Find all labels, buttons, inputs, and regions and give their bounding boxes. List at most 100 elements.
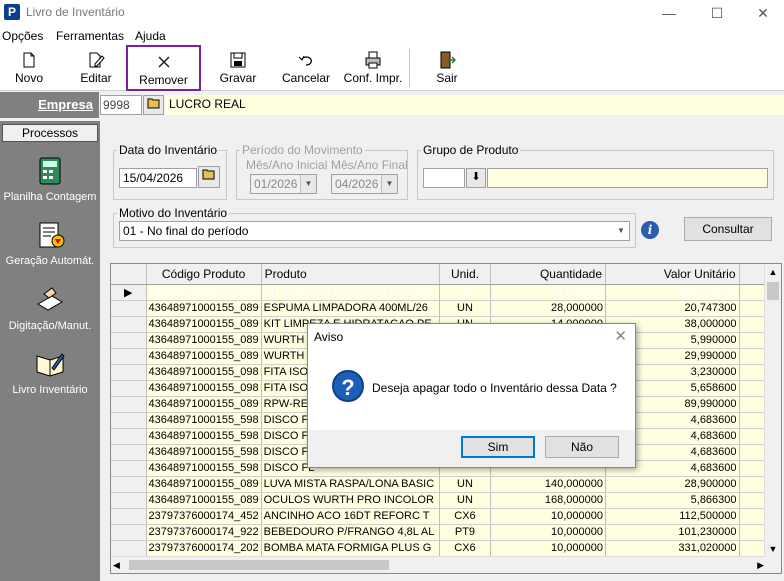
date-picker-button[interactable] — [198, 166, 220, 188]
codigo-cell[interactable]: 43648971000155_598 — [146, 412, 262, 429]
side-item-livro-inventario[interactable]: Livro Inventário — [0, 348, 100, 396]
unid-cell[interactable]: CX6 — [439, 508, 492, 525]
sim-button[interactable]: Sim — [461, 436, 535, 458]
unid-cell[interactable]: UN — [439, 284, 492, 301]
codigo-cell[interactable]: 43648971000155_598 — [146, 428, 262, 445]
quantidade-cell[interactable]: 168,000000 — [490, 492, 607, 509]
unid-cell[interactable]: UN — [439, 492, 492, 509]
menu-ferramentas[interactable]: Ferramentas — [56, 29, 124, 43]
table-row[interactable]: 23797376000174_922 BEBEDOURO P/FRANGO 4,8… — [111, 524, 781, 541]
info-icon[interactable]: i — [641, 221, 659, 239]
remover-button[interactable]: Remover — [126, 45, 201, 91]
nao-button[interactable]: Não — [545, 436, 619, 458]
conf-impr-button[interactable]: Conf. Impr. — [339, 45, 407, 91]
valor-unitario-cell[interactable]: 101,230000 — [605, 524, 740, 541]
codigo-cell[interactable]: 43648971000155_089 — [146, 348, 262, 365]
scroll-right-icon[interactable]: ▶ — [757, 557, 764, 573]
codigo-cell[interactable]: 23797376000174_452 — [146, 508, 262, 525]
produto-cell[interactable]: BEBEDOURO P/FRANGO 4,8L AL — [261, 524, 440, 541]
table-row[interactable]: ▶ 43648971000155_098 KIT LIMPEZA ESTETICA … — [111, 284, 781, 301]
valor-unitario-cell[interactable]: 28,900000 — [605, 476, 740, 493]
table-row[interactable]: 43648971000155_089 LUVA MISTA RASPA/LONA … — [111, 476, 781, 493]
quantidade-cell[interactable]: 10,000000 — [490, 508, 607, 525]
quantidade-header[interactable]: Quantidade — [490, 264, 607, 285]
codigo-cell[interactable]: 43648971000155_598 — [146, 460, 262, 477]
codigo-cell[interactable]: 43648971000155_089 — [146, 492, 262, 509]
codigo-cell[interactable]: 43648971000155_089 — [146, 332, 262, 349]
unid-cell[interactable]: UN — [439, 300, 492, 317]
unid-cell[interactable]: PT9 — [439, 524, 492, 541]
side-item-label: Planilha Contagem — [3, 191, 97, 203]
maximize-button[interactable]: ☐ — [694, 0, 740, 26]
codigo-cell[interactable]: 43648971000155_089 — [146, 316, 262, 333]
printer-icon — [365, 51, 381, 69]
side-item-digitacao-manut[interactable]: Digitação/Manut. — [0, 284, 100, 332]
quantidade-cell[interactable]: 28,000000 — [490, 300, 607, 317]
valor-unitario-cell[interactable]: 20,747300 — [605, 300, 740, 317]
motivo-select[interactable]: 01 - No final do período ▼ — [119, 221, 630, 241]
codigo-cell[interactable]: 43648971000155_098 — [146, 284, 262, 301]
codigo-cell[interactable]: 43648971000155_089 — [146, 476, 262, 493]
valor-unitario-header[interactable]: Valor Unitário — [605, 264, 740, 285]
processos-header[interactable]: Processos — [2, 124, 98, 142]
unid-cell[interactable]: UN — [439, 476, 492, 493]
menu-ajuda[interactable]: Ajuda — [135, 29, 166, 43]
side-item-planilha-contagem[interactable]: Planilha Contagem — [0, 155, 100, 203]
empresa-lookup-button[interactable] — [143, 95, 164, 115]
produto-cell[interactable]: KIT LIMPEZA ESTETICA AUTOMO — [261, 284, 440, 301]
hscroll-thumb[interactable] — [129, 560, 389, 570]
valor-unitario-cell[interactable]: 5,866300 — [605, 492, 740, 509]
scroll-left-icon[interactable]: ◀ — [113, 557, 120, 573]
table-row[interactable]: 23797376000174_452 ANCINHO ACO 16DT REFOR… — [111, 508, 781, 525]
menu-opcoes[interactable]: Opções — [2, 29, 43, 43]
close-button[interactable]: ✕ — [740, 0, 784, 26]
codigo-cell[interactable]: 43648971000155_098 — [146, 380, 262, 397]
quantidade-cell[interactable]: 10,000000 — [490, 540, 607, 557]
quantidade-cell[interactable]: 14,000000 — [490, 284, 607, 301]
minimize-button[interactable]: — — [646, 0, 692, 26]
scroll-up-icon[interactable]: ▲ — [765, 264, 781, 280]
novo-button[interactable]: Novo — [6, 45, 52, 91]
scroll-down-icon[interactable]: ▼ — [765, 541, 781, 557]
cancelar-button[interactable]: Cancelar — [278, 45, 334, 91]
valor-unitario-cell[interactable]: 112,500000 — [605, 508, 740, 525]
unid-cell[interactable]: CX6 — [439, 540, 492, 557]
produto-cell[interactable]: OCULOS WURTH PRO INCOLOR — [261, 492, 440, 509]
produto-cell[interactable]: ESPUMA LIMPADORA 400ML/26 — [261, 300, 440, 317]
grupo-lookup-button[interactable]: ⬇ — [466, 168, 486, 188]
gravar-button[interactable]: Gravar — [214, 45, 262, 91]
table-row[interactable]: 43648971000155_089 ESPUMA LIMPADORA 400ML… — [111, 300, 781, 317]
table-row[interactable]: 43648971000155_089 OCULOS WURTH PRO INCOL… — [111, 492, 781, 509]
empresa-code-field[interactable]: 9998 — [100, 95, 142, 115]
codigo-header[interactable]: Código Produto — [146, 264, 262, 285]
table-row[interactable]: 23797376000174_202 BOMBA MATA FORMIGA PLU… — [111, 540, 781, 557]
valor-unitario-cell[interactable]: 331,020000 — [605, 540, 740, 557]
row-indicator — [111, 332, 147, 349]
valor-unitario-cell[interactable]: 116,472000 — [605, 284, 740, 301]
produto-cell[interactable]: ANCINHO ACO 16DT REFORC T — [261, 508, 440, 525]
sair-button[interactable]: Sair — [426, 45, 468, 91]
consultar-button[interactable]: Consultar — [684, 217, 772, 241]
quantidade-cell[interactable]: 10,000000 — [490, 524, 607, 541]
grupo-code-field[interactable] — [423, 168, 465, 188]
codigo-cell[interactable]: 43648971000155_598 — [146, 444, 262, 461]
editar-button[interactable]: Editar — [72, 45, 120, 91]
codigo-cell[interactable]: 23797376000174_922 — [146, 524, 262, 541]
produto-cell[interactable]: LUVA MISTA RASPA/LONA BASIC — [261, 476, 440, 493]
vertical-scrollbar[interactable]: ▲ ▼ — [764, 264, 781, 557]
row-indicator: ▶ — [111, 284, 147, 301]
quantidade-cell[interactable]: 140,000000 — [490, 476, 607, 493]
side-item-geracao-automat[interactable]: Geração Automát. — [0, 219, 100, 267]
data-inventario-field[interactable]: 15/04/2026 — [119, 168, 197, 188]
unid-header[interactable]: Unid. — [439, 264, 492, 285]
scroll-thumb[interactable] — [767, 282, 779, 300]
codigo-cell[interactable]: 43648971000155_098 — [146, 364, 262, 381]
codigo-cell[interactable]: 23797376000174_202 — [146, 540, 262, 557]
codigo-cell[interactable]: 43648971000155_089 — [146, 300, 262, 317]
horizontal-scrollbar[interactable]: ◀ ▶ — [111, 556, 766, 573]
dialog-close-icon[interactable]: ✕ — [614, 327, 627, 345]
produto-cell[interactable]: BOMBA MATA FORMIGA PLUS G — [261, 540, 440, 557]
book-pen-icon — [36, 353, 65, 377]
codigo-cell[interactable]: 43648971000155_089 — [146, 396, 262, 413]
produto-header[interactable]: Produto — [261, 264, 440, 285]
